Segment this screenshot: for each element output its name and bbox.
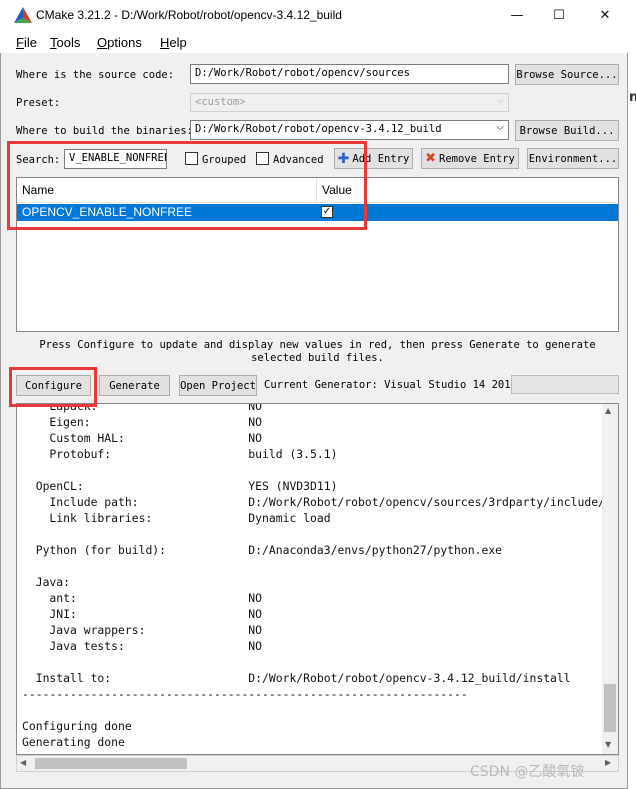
menu-file[interactable]: File xyxy=(16,35,37,50)
background-window-fragment: n xyxy=(629,90,636,105)
remove-entry-button[interactable]: ✖ Remove Entry xyxy=(421,148,519,169)
menu-bar xyxy=(0,31,628,53)
output-line: Java tests: NO xyxy=(22,639,263,653)
chevron-down-icon: ⌵ xyxy=(497,96,504,106)
hint-text: Press Configure to update and display ne… xyxy=(39,339,596,364)
output-line: Eigen: NO xyxy=(22,415,263,429)
remove-x-icon: ✖ xyxy=(425,151,437,166)
horizontal-scroll-thumb[interactable] xyxy=(35,758,187,769)
highlight-box-configure xyxy=(9,367,97,407)
environment-button[interactable]: Environment... xyxy=(527,148,619,169)
build-label: Where to build the binaries: xyxy=(16,125,194,137)
maximize-button[interactable]: ☐ xyxy=(536,0,582,31)
build-path-value: D:/Work/Robot/robot/opencv-3.4.12_build xyxy=(195,123,442,135)
output-line: ----------------------------------------… xyxy=(22,687,468,701)
output-log[interactable]: Lapack: NO Eigen: NO Custom HAL: NO Prot… xyxy=(16,403,619,755)
minimize-icon: — xyxy=(510,8,524,23)
generate-button[interactable]: Generate xyxy=(99,375,170,396)
maximize-icon: ☐ xyxy=(553,8,565,23)
menu-options[interactable]: Options xyxy=(97,35,142,50)
output-line: Protobuf: build (3.5.1) xyxy=(22,447,338,461)
output-line: Java: xyxy=(22,575,71,589)
scroll-right-icon[interactable]: ▶ xyxy=(605,758,611,767)
output-line: Link libraries: Dynamic load xyxy=(22,511,331,525)
scroll-left-icon[interactable]: ◀ xyxy=(20,758,26,767)
open-project-button[interactable]: Open Project xyxy=(179,375,257,396)
output-line: OpenCL: YES (NVD3D11) xyxy=(22,479,338,493)
scroll-up-icon[interactable]: ▲ xyxy=(605,406,611,415)
watermark: CSDN @乙酸氧铍 xyxy=(470,764,585,780)
source-label: Where is the source code: xyxy=(16,69,175,81)
remove-entry-label: Remove Entry xyxy=(439,152,515,165)
window-title: CMake 3.21.2 - D:/Work/Robot/robot/openc… xyxy=(36,8,342,22)
output-text: Lapack: NO Eigen: NO Custom HAL: NO Prot… xyxy=(22,403,619,750)
output-line: Java wrappers: NO xyxy=(22,623,263,637)
output-line: Python (for build): D:/Anaconda3/envs/py… xyxy=(22,543,503,557)
menu-help[interactable]: Help xyxy=(160,35,187,50)
source-path-input[interactable]: D:/Work/Robot/robot/opencv/sources xyxy=(190,64,509,84)
open-project-label: Open Project xyxy=(180,379,256,392)
menu-tools[interactable]: Tools xyxy=(50,35,80,50)
preset-value: <custom> xyxy=(195,96,246,108)
output-line: JNI: NO xyxy=(22,607,263,621)
cmake-logo-icon xyxy=(14,7,32,23)
output-line: ant: NO xyxy=(22,591,263,605)
close-button[interactable]: ✕ xyxy=(582,0,628,31)
output-line: Lapack: NO xyxy=(22,403,263,413)
preset-select[interactable]: <custom> ⌵ xyxy=(190,93,509,112)
generate-label: Generate xyxy=(109,379,160,392)
current-generator-label: Current Generator: Visual Studio 14 2015 xyxy=(264,379,517,391)
highlight-box-search xyxy=(7,141,367,230)
chevron-down-icon: ⌵ xyxy=(496,122,504,133)
output-line: Generating done xyxy=(22,735,125,749)
minimize-button[interactable]: — xyxy=(494,0,540,31)
vertical-scrollbar[interactable]: ▲ ▼ xyxy=(602,404,618,754)
preset-label: Preset: xyxy=(16,97,61,109)
close-icon: ✕ xyxy=(599,8,611,23)
build-path-combo[interactable]: D:/Work/Robot/robot/opencv-3.4.12_build … xyxy=(190,120,509,140)
output-line: Include path: D:/Work/Robot/robot/opencv… xyxy=(22,495,619,509)
browse-build-button[interactable]: Browse Build... xyxy=(515,120,619,141)
browse-source-button[interactable]: Browse Source... xyxy=(515,64,619,85)
progress-bar xyxy=(511,375,619,394)
output-line: Install to: D:/Work/Robot/robot/opencv-3… xyxy=(22,671,571,685)
scroll-thumb[interactable] xyxy=(604,684,616,732)
output-line: Configuring done xyxy=(22,719,132,733)
output-line: Custom HAL: NO xyxy=(22,431,263,445)
scroll-down-icon[interactable]: ▼ xyxy=(605,740,611,749)
